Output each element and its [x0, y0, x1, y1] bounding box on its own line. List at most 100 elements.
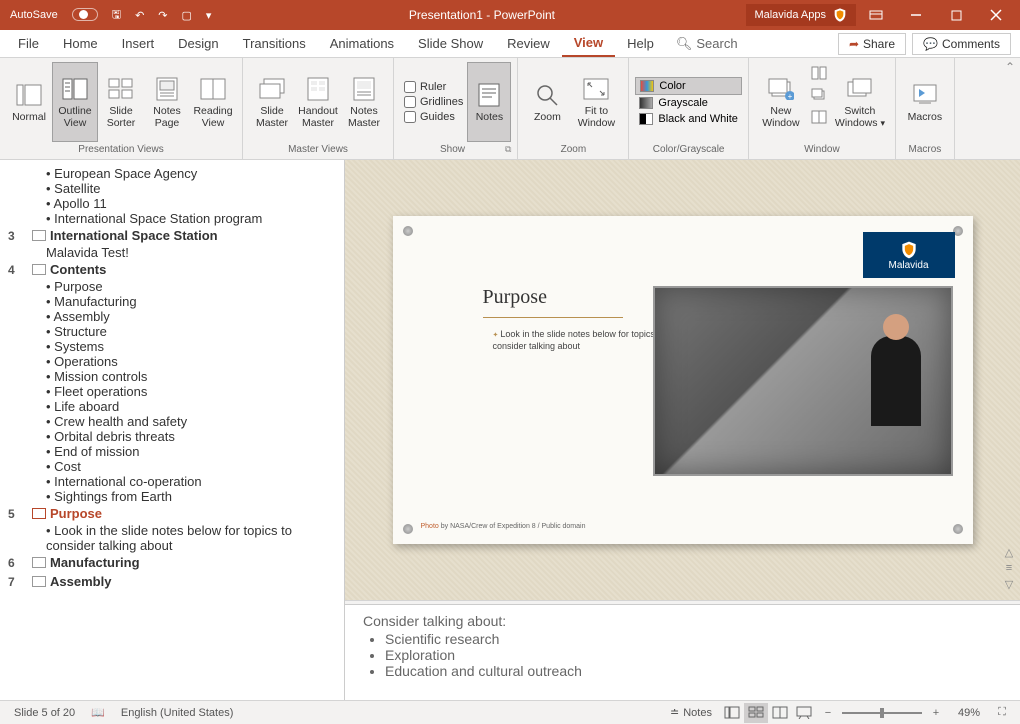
- outline-bullet[interactable]: Orbital debris threats: [4, 429, 344, 444]
- outline-bullet[interactable]: End of mission: [4, 444, 344, 459]
- slide[interactable]: Malavida Purpose Look in the slide notes…: [393, 216, 973, 544]
- zoom-slider[interactable]: [842, 712, 922, 714]
- outline-bullet[interactable]: Structure: [4, 324, 344, 339]
- zoom-level[interactable]: 49%: [950, 707, 988, 719]
- grayscale-mode-button[interactable]: Grayscale: [635, 95, 741, 111]
- macros-button[interactable]: Macros: [902, 62, 948, 142]
- outline-bullet[interactable]: International Space Station program: [4, 211, 344, 226]
- tab-home[interactable]: Home: [51, 31, 110, 56]
- new-window-button[interactable]: +New Window: [755, 62, 807, 142]
- outline-slide-title[interactable]: 4 Contents: [4, 260, 344, 279]
- tab-file[interactable]: File: [6, 31, 51, 56]
- notes-toggle-button[interactable]: Notes: [467, 62, 511, 142]
- undo-icon[interactable]: ↶: [129, 6, 150, 25]
- zoom-button[interactable]: Zoom: [524, 62, 570, 142]
- bw-mode-button[interactable]: Black and White: [635, 111, 741, 127]
- tab-animations[interactable]: Animations: [318, 31, 406, 56]
- zoom-in-button[interactable]: +: [924, 703, 948, 723]
- notes-status-button[interactable]: ≐ Notes: [662, 706, 720, 719]
- tab-design[interactable]: Design: [166, 31, 230, 56]
- slide-counter[interactable]: Slide 5 of 20: [6, 707, 83, 719]
- handout-master-button[interactable]: Handout Master: [295, 62, 341, 142]
- tab-review[interactable]: Review: [495, 31, 562, 56]
- tab-help[interactable]: Help: [615, 31, 666, 56]
- app-badge[interactable]: Malavida Apps: [746, 4, 856, 26]
- slide-area[interactable]: Malavida Purpose Look in the slide notes…: [345, 160, 1020, 600]
- outline-bullet[interactable]: Look in the slide notes below for topics…: [4, 523, 344, 553]
- outline-bullet[interactable]: Life aboard: [4, 399, 344, 414]
- spellcheck-icon[interactable]: 📖: [83, 706, 113, 719]
- ruler-checkbox[interactable]: Ruler: [404, 81, 463, 93]
- tab-slideshow[interactable]: Slide Show: [406, 31, 495, 56]
- minimize-button[interactable]: [896, 0, 936, 30]
- outline-slide-title-selected[interactable]: 5 Purpose: [4, 504, 344, 523]
- redo-icon[interactable]: ↷: [152, 6, 173, 25]
- notes-bullet[interactable]: Education and cultural outreach: [385, 663, 1002, 679]
- fit-window-button[interactable]: Fit to Window: [570, 62, 622, 142]
- autosave-toggle[interactable]: [66, 5, 104, 25]
- tab-view[interactable]: View: [562, 30, 615, 57]
- language-status[interactable]: English (United States): [113, 707, 242, 719]
- fit-to-window-icon[interactable]: ⛶: [990, 703, 1014, 723]
- guides-checkbox[interactable]: Guides: [404, 111, 463, 123]
- outline-bullet[interactable]: European Space Agency: [4, 166, 344, 181]
- outline-bullet[interactable]: Crew health and safety: [4, 414, 344, 429]
- maximize-button[interactable]: [936, 0, 976, 30]
- outline-bullet[interactable]: Apollo 11: [4, 196, 344, 211]
- cascade-icon[interactable]: [809, 86, 829, 104]
- slide-sorter-button[interactable]: Slide Sorter: [98, 62, 144, 142]
- normal-view-icon[interactable]: [720, 703, 744, 723]
- ribbon-mode-icon[interactable]: [856, 0, 896, 30]
- outline-bullet[interactable]: Systems: [4, 339, 344, 354]
- color-mode-button[interactable]: Color: [635, 77, 741, 95]
- notes-bullet[interactable]: Scientific research: [385, 631, 1002, 647]
- outline-pane[interactable]: European Space AgencySatelliteApollo 11I…: [0, 160, 345, 700]
- outline-bullet[interactable]: Sightings from Earth: [4, 489, 344, 504]
- credit-link[interactable]: Photo: [421, 523, 439, 530]
- outline-bullet[interactable]: Operations: [4, 354, 344, 369]
- next-slide-icon[interactable]: ▽: [1000, 578, 1018, 592]
- outline-bullet[interactable]: International co-operation: [4, 474, 344, 489]
- tab-insert[interactable]: Insert: [110, 31, 167, 56]
- outline-bullet[interactable]: Mission controls: [4, 369, 344, 384]
- outline-bullet[interactable]: Assembly: [4, 309, 344, 324]
- outline-bullet[interactable]: Satellite: [4, 181, 344, 196]
- qat-dropdown-icon[interactable]: ▾: [200, 6, 218, 25]
- outline-slide-title[interactable]: 3 International Space Station: [4, 226, 344, 245]
- collapse-ribbon-icon[interactable]: ⌃: [1002, 60, 1018, 76]
- slide-master-button[interactable]: Slide Master: [249, 62, 295, 142]
- notes-bullet[interactable]: Exploration: [385, 647, 1002, 663]
- zoom-out-button[interactable]: −: [816, 703, 840, 723]
- prev-slide-icon[interactable]: △: [1000, 546, 1018, 560]
- slide-photo[interactable]: [653, 286, 953, 476]
- tab-transitions[interactable]: Transitions: [231, 31, 318, 56]
- slide-body-text[interactable]: Look in the slide notes below for topics…: [493, 328, 673, 353]
- search-button[interactable]: 🔍︎Search: [666, 36, 748, 52]
- present-icon[interactable]: ▢: [176, 6, 198, 25]
- save-icon[interactable]: 🖫: [106, 3, 127, 28]
- reading-view-icon[interactable]: [768, 703, 792, 723]
- close-button[interactable]: [976, 0, 1016, 30]
- outline-slide-title[interactable]: 6 Manufacturing: [4, 553, 344, 572]
- arrange-all-icon[interactable]: [809, 64, 829, 82]
- notes-master-button[interactable]: Notes Master: [341, 62, 387, 142]
- notes-pane[interactable]: Consider talking about: Scientific resea…: [345, 604, 1020, 700]
- outline-view-button[interactable]: Outline View: [52, 62, 98, 142]
- move-split-icon[interactable]: [809, 108, 829, 126]
- outline-slide-title[interactable]: 7 Assembly: [4, 572, 344, 591]
- outline-bullet[interactable]: Purpose: [4, 279, 344, 294]
- outline-bullet[interactable]: Cost: [4, 459, 344, 474]
- outline-subtitle[interactable]: Malavida Test!: [4, 245, 344, 260]
- slideshow-view-icon[interactable]: [792, 703, 816, 723]
- comments-button[interactable]: 💬Comments: [912, 33, 1011, 55]
- share-button[interactable]: ➦Share: [838, 33, 906, 55]
- dialog-launcher-icon[interactable]: ⧉: [505, 144, 511, 155]
- notes-page-button[interactable]: Notes Page: [144, 62, 190, 142]
- reading-view-button[interactable]: Reading View: [190, 62, 236, 142]
- outline-bullet[interactable]: Fleet operations: [4, 384, 344, 399]
- normal-view-button[interactable]: Normal: [6, 62, 52, 142]
- outline-bullet[interactable]: Manufacturing: [4, 294, 344, 309]
- switch-windows-button[interactable]: Switch Windows ▾: [831, 62, 889, 142]
- sorter-view-icon[interactable]: [744, 703, 768, 723]
- gridlines-checkbox[interactable]: Gridlines: [404, 96, 463, 108]
